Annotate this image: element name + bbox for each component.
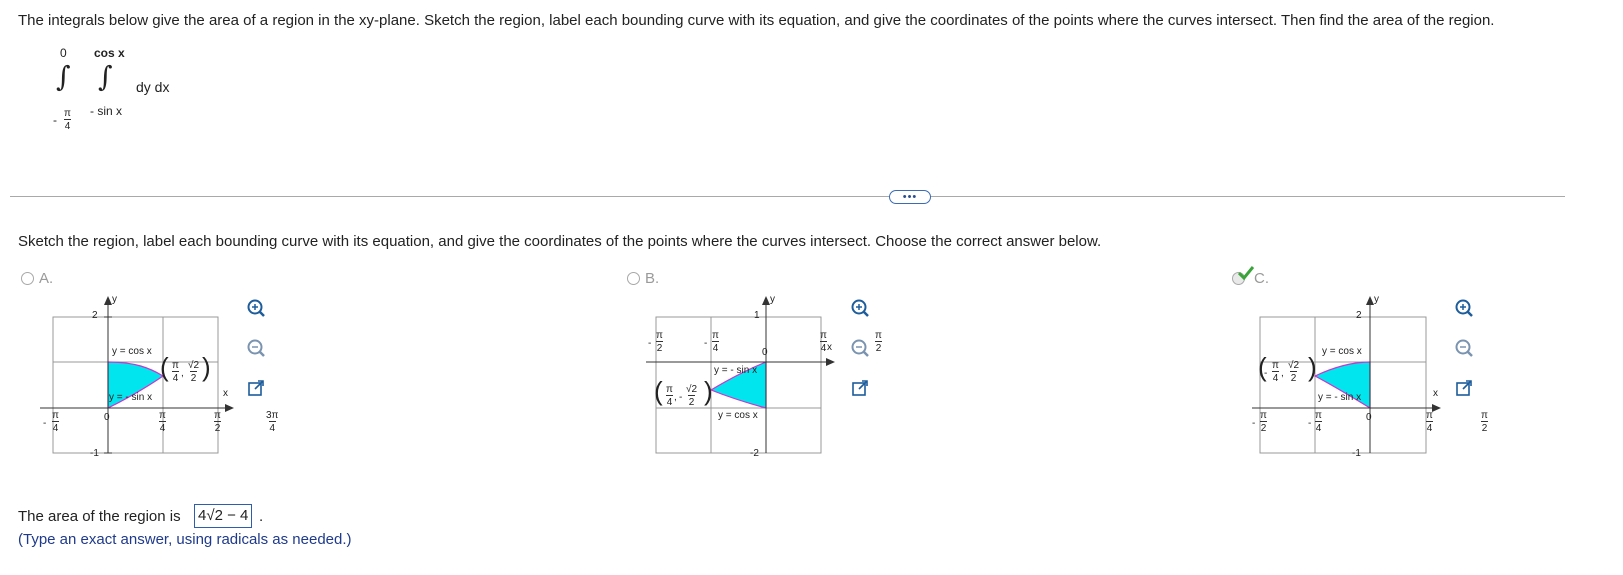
outer-lower-num: π [64, 108, 71, 119]
integrand: dy dx [136, 79, 170, 95]
x-axis-arrow [826, 358, 835, 366]
zoom-in-icon [851, 299, 869, 317]
area-answer-field[interactable]: 4√2 − 4 [194, 504, 253, 528]
zoom-in-icon [247, 299, 265, 317]
lower-curve-label: y = cos x [718, 410, 758, 421]
origin-label: 0 [104, 412, 110, 423]
y-tick-top: 2 [92, 310, 98, 321]
zoom-in-button[interactable] [1450, 294, 1478, 322]
option-a-radio[interactable] [21, 272, 34, 285]
y-tick-top: 1 [754, 310, 760, 321]
x-axis-arrow [1432, 404, 1441, 412]
x-axis-label: x [223, 388, 228, 399]
y-axis-arrow [762, 296, 770, 305]
outer-upper-limit: 0 [60, 46, 67, 60]
point-x: π4 [172, 360, 179, 384]
x-tick-label: π4 [1315, 410, 1322, 434]
zoom-out-button[interactable] [846, 334, 874, 362]
inner-upper-limit: cos x [94, 46, 125, 60]
lower-curve-label: y = - sin x [1318, 392, 1362, 403]
x-tick-label: π2 [1481, 410, 1488, 434]
x-tick-label: π4 [52, 410, 59, 434]
zoom-out-icon [1455, 339, 1473, 357]
open-external-button[interactable] [242, 374, 270, 402]
open-external-icon [248, 380, 264, 396]
y-tick-top: 2 [1356, 310, 1362, 321]
x-axis-arrow [225, 404, 234, 412]
y-axis-arrow [1366, 296, 1374, 305]
y-axis-arrow [104, 296, 112, 305]
lower-curve-label: y = - sin x [109, 392, 153, 403]
zoom-in-icon [1455, 299, 1473, 317]
option-a-plot [40, 296, 234, 454]
upper-curve-label: y = cos x [112, 346, 152, 357]
area-suffix: . [259, 508, 264, 525]
y-axis-label: y [770, 294, 775, 305]
y-tick-bottom: -1 [90, 448, 99, 459]
point-x: π4 [666, 384, 673, 408]
inner-integral-sign: ∫ [98, 60, 113, 93]
open-external-button[interactable] [1450, 374, 1478, 402]
x-tick-label: π4 [159, 410, 166, 434]
x-tick-label: π4 [712, 330, 719, 354]
zoom-out-icon [247, 339, 265, 357]
upper-curve-label: y = - sin x [714, 365, 758, 376]
option-b-label: B. [645, 270, 660, 287]
point-y: √2 2 [1288, 360, 1300, 384]
option-a-label: A. [39, 270, 54, 287]
x-tick-label: π2 [1260, 410, 1267, 434]
x-tick-label: 3π 4 [266, 410, 279, 434]
x-tick-label: π4 [820, 330, 827, 354]
x-tick-label: π2 [214, 410, 221, 434]
more-button[interactable]: ••• [889, 190, 931, 204]
y-axis-label: y [1374, 294, 1379, 305]
y-tick-bottom: -1 [1352, 448, 1361, 459]
outer-lower-sign: - [53, 113, 57, 127]
zoom-in-button[interactable] [846, 294, 874, 322]
zoom-out-button[interactable] [1450, 334, 1478, 362]
question-prompt: The integrals below give the area of a r… [18, 12, 1495, 29]
outer-lower-fraction: π 4 [64, 108, 71, 132]
x-tick-label: π4 [1426, 410, 1433, 434]
part-prompt: Sketch the region, label each bounding c… [18, 233, 1102, 250]
inner-lower-limit: - sin x [90, 104, 123, 118]
open-external-icon [852, 380, 868, 396]
zoom-out-button[interactable] [242, 334, 270, 362]
zoom-in-button[interactable] [242, 294, 270, 322]
zoom-out-icon [851, 339, 869, 357]
point-x: π4 [1272, 360, 1279, 384]
option-b-radio[interactable] [627, 272, 640, 285]
open-external-icon [1456, 380, 1472, 396]
y-tick-bottom: -2 [750, 448, 759, 459]
outer-lower-den: 4 [64, 121, 71, 132]
check-icon [1238, 266, 1254, 280]
x-tick-label: π2 [656, 330, 663, 354]
x-axis-label: x [1433, 388, 1438, 399]
option-c-label: C. [1254, 270, 1269, 287]
answer-hint: (Type an exact answer, using radicals as… [18, 531, 352, 548]
open-external-button[interactable] [846, 374, 874, 402]
point-y: √2 2 [188, 360, 200, 384]
area-prefix: The area of the region is [18, 508, 181, 525]
x-tick-label: π2 [875, 330, 882, 354]
upper-curve-label: y = cos x [1322, 346, 1362, 357]
section-divider [10, 196, 1565, 197]
origin-label: 0 [1366, 412, 1372, 423]
option-a-graph: y 2 -1 x 0 y = cos x y = - sin x ( ) π4 … [40, 290, 278, 460]
x-axis-label: x [827, 342, 832, 353]
origin-label: 0 [762, 347, 768, 358]
y-axis-label: y [112, 294, 117, 305]
point-y: √2 2 [686, 384, 698, 408]
outer-integral-sign: ∫ [56, 60, 71, 93]
